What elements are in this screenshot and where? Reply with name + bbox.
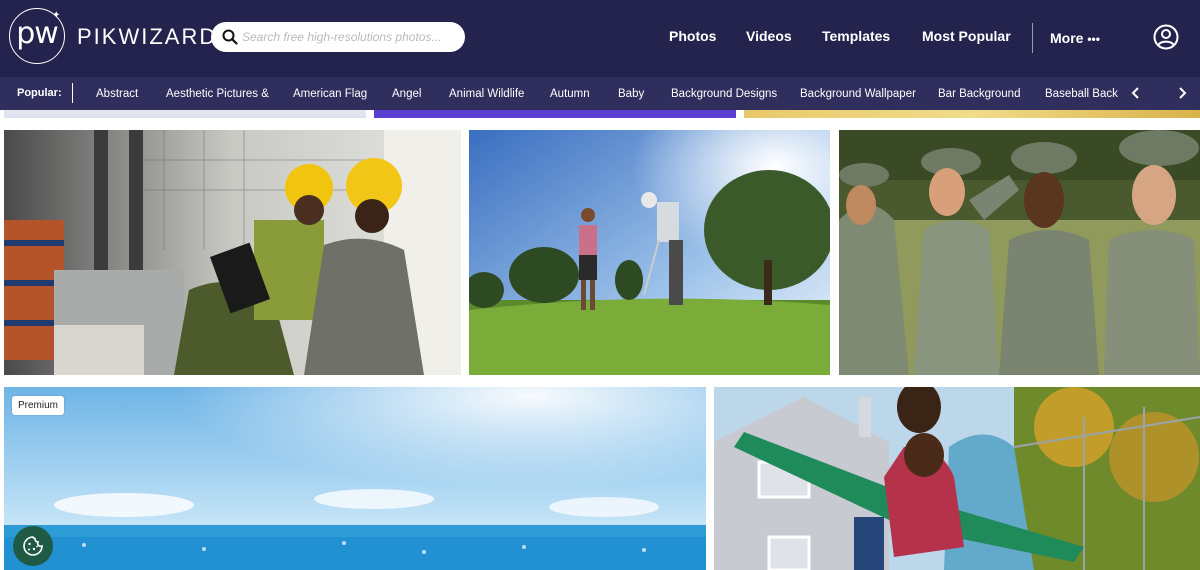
category-item[interactable]: Background Wallpaper [800, 88, 916, 100]
category-item[interactable]: Autumn [550, 88, 590, 100]
photo-golfers-image [469, 130, 830, 375]
nav-most-popular[interactable]: Most Popular [922, 28, 1011, 44]
previous-photo-strip[interactable] [4, 110, 366, 118]
category-item[interactable]: Animal Wildlife [449, 88, 524, 100]
previous-photo-strip[interactable] [374, 110, 736, 118]
search-input[interactable] [242, 28, 458, 46]
category-bar: Popular: Abstract Aesthetic Pictures & A… [0, 77, 1200, 110]
nav-more-label: More [1050, 30, 1084, 46]
photo-beach-sunny-sky[interactable] [4, 387, 706, 570]
cookie-settings-button[interactable] [13, 526, 53, 566]
category-item[interactable]: American Flag [293, 88, 367, 100]
cookie-icon [23, 536, 43, 556]
photo-warehouse-workers-image [4, 130, 461, 375]
previous-photo-strip[interactable] [744, 110, 1200, 118]
site-header: pw ✦ PIKWIZARD Photos Videos Templates M… [0, 0, 1200, 77]
category-label: Popular: [17, 87, 62, 99]
photo-soldiers-saluting[interactable] [839, 130, 1200, 375]
ellipsis-icon: ••• [1087, 32, 1100, 46]
logo-sparkle-icon: ✦ [52, 10, 61, 21]
category-item[interactable]: Aesthetic Pictures & [166, 88, 269, 100]
nav-divider [1032, 23, 1033, 53]
chevron-right-icon[interactable] [1175, 85, 1189, 101]
search-icon[interactable] [222, 29, 238, 45]
user-circle-icon[interactable] [1153, 24, 1179, 50]
photo-beach-sunny-sky-image [4, 387, 706, 570]
nav-videos[interactable]: Videos [746, 28, 792, 44]
logo-mark[interactable]: pw [13, 16, 61, 51]
category-list: Popular: Abstract Aesthetic Pictures & A… [0, 77, 1118, 110]
category-item[interactable]: Baby [618, 88, 644, 100]
nav-more[interactable]: More ••• [1050, 30, 1100, 46]
nav-photos[interactable]: Photos [669, 28, 716, 44]
nav-templates[interactable]: Templates [822, 28, 890, 44]
category-item[interactable]: Angel [392, 88, 421, 100]
chevron-left-icon[interactable] [1129, 85, 1143, 101]
photo-father-son-playing-image [714, 387, 1200, 570]
category-item[interactable]: Bar Background [938, 88, 1020, 100]
category-item[interactable]: Baseball Back [1045, 88, 1118, 100]
photo-golfers[interactable] [469, 130, 830, 375]
photo-warehouse-workers[interactable] [4, 130, 461, 375]
category-divider [72, 83, 73, 103]
category-item[interactable]: Background Designs [671, 88, 777, 100]
photo-father-son-playing[interactable] [714, 387, 1200, 570]
brand-name[interactable]: PIKWIZARD [77, 24, 217, 50]
premium-badge: Premium [12, 396, 65, 415]
category-item[interactable]: Abstract [96, 88, 138, 100]
photo-soldiers-saluting-image [839, 130, 1200, 375]
search-box[interactable] [211, 22, 465, 52]
